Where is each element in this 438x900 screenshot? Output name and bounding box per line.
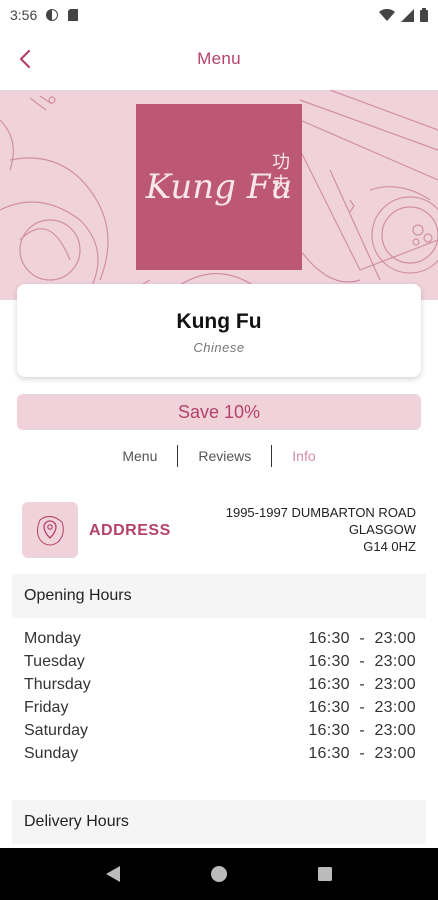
tab-bar: Menu Reviews Info [0, 444, 438, 468]
back-button[interactable] [10, 44, 40, 74]
chevron-left-icon [19, 49, 31, 69]
restaurant-info-card: Kung Fu Chinese [17, 284, 421, 377]
hours-time: 16:30 - 23:00 [308, 676, 416, 693]
hours-time: 16:30 - 23:00 [308, 745, 416, 762]
wifi-icon [379, 8, 395, 21]
tab-menu[interactable]: Menu [102, 448, 177, 464]
restaurant-cuisine: Chinese [193, 340, 245, 355]
circle-home-icon [211, 866, 227, 882]
restaurant-name: Kung Fu [176, 310, 262, 333]
restaurant-banner: Kung Fu 功 夫 [0, 90, 438, 300]
tab-reviews[interactable]: Reviews [178, 448, 271, 464]
logo-text: Kung Fu [145, 167, 293, 207]
hours-time: 16:30 - 23:00 [308, 699, 416, 716]
hours-row: Monday 16:30 - 23:00 [24, 630, 416, 653]
discount-banner[interactable]: Save 10% [17, 394, 421, 430]
hours-time: 16:30 - 23:00 [308, 630, 416, 647]
top-app-bar: Menu [0, 30, 438, 88]
nav-back-button[interactable] [98, 859, 128, 889]
status-time: 3:56 [10, 7, 38, 23]
hours-day: Thursday [24, 676, 91, 693]
delivery-hours-header: Delivery Hours [12, 800, 426, 844]
address-line-1: 1995-1997 DUMBARTON ROAD [225, 505, 416, 520]
address-icon-box [22, 502, 78, 558]
nav-recents-button[interactable] [310, 859, 340, 889]
restaurant-logo: Kung Fu 功 夫 [136, 104, 302, 270]
sd-card-icon [68, 9, 79, 21]
battery-icon [420, 8, 428, 22]
hours-day: Tuesday [24, 653, 85, 670]
hours-day: Friday [24, 699, 69, 716]
page-title: Menu [197, 49, 241, 68]
hours-row: Sunday 16:30 - 23:00 [24, 745, 416, 768]
status-bar: 3:56 [0, 0, 438, 30]
tab-info[interactable]: Info [272, 448, 335, 464]
map-pin-icon [36, 516, 64, 546]
hours-row: Tuesday 16:30 - 23:00 [24, 653, 416, 676]
opening-hours-header: Opening Hours [12, 574, 426, 618]
hours-row: Thursday 16:30 - 23:00 [24, 676, 416, 699]
address-section: ADDRESS 1995-1997 DUMBARTON ROAD GLASGOW… [22, 502, 418, 560]
address-line-2: GLASGOW [348, 522, 416, 537]
hours-day: Sunday [24, 745, 79, 762]
address-line-3: G14 0HZ [363, 539, 416, 554]
hours-day: Monday [24, 630, 81, 647]
hours-row: Friday 16:30 - 23:00 [24, 699, 416, 722]
opening-hours-list: Monday 16:30 - 23:00 Tuesday 16:30 - 23:00… [24, 630, 416, 768]
system-navigation-bar [0, 848, 438, 900]
data-saver-icon [46, 9, 59, 21]
logo-chinese-characters: 功 夫 [272, 152, 290, 195]
hours-time: 16:30 - 23:00 [308, 653, 416, 670]
triangle-back-icon [106, 866, 120, 882]
cell-signal-icon [401, 8, 414, 22]
hours-time: 16:30 - 23:00 [308, 722, 416, 739]
hours-row: Saturday 16:30 - 23:00 [24, 722, 416, 745]
hours-day: Saturday [24, 722, 89, 739]
square-recents-icon [318, 867, 332, 881]
nav-home-button[interactable] [204, 859, 234, 889]
address-text[interactable]: 1995-1997 DUMBARTON ROAD GLASGOW G14 0HZ [226, 504, 416, 555]
address-label: ADDRESS [89, 522, 171, 539]
